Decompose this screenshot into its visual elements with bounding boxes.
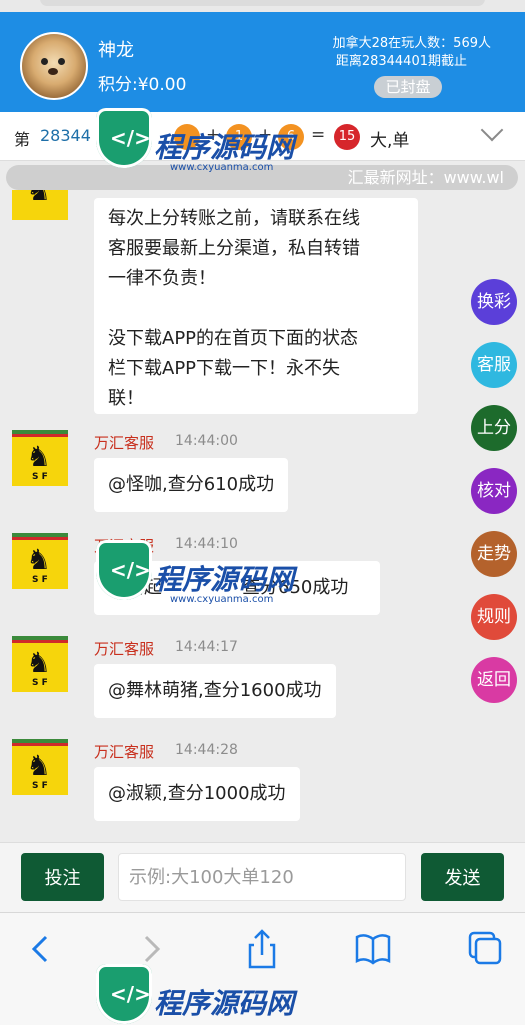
bubble-line: 没下载APP的在首页下面的状态: [108, 328, 359, 349]
bookmarks-icon[interactable]: [343, 927, 403, 971]
horse-icon: ♞: [26, 543, 52, 576]
chat-bubble: 每次上分转账之前，请联系在线 客服要最新上分渠道，私自转错 一律不负责！ 没下载…: [94, 198, 418, 414]
deposit-button[interactable]: 上分: [471, 405, 517, 451]
trend-button[interactable]: 走势: [471, 531, 517, 577]
avatar-sf: S F: [32, 678, 48, 688]
watermark-title: 程序源码网: [154, 987, 295, 1020]
result-text: 大,单: [370, 131, 410, 151]
sender-name: 万汇客服: [94, 434, 155, 452]
code-icon: </>: [110, 126, 151, 150]
top-pill: [40, 0, 485, 6]
message-time: 14:44:00: [175, 433, 238, 449]
avatar-eye: [41, 58, 48, 65]
verify-button[interactable]: 核对: [471, 468, 517, 514]
watermark-logo: </> 程序源码网: [96, 964, 326, 1024]
rules-button[interactable]: 规则: [471, 594, 517, 640]
bubble-line: 栏下载APP下载一下！永不失: [108, 358, 341, 379]
avatar-stripe: [12, 537, 68, 540]
watermark-title: 程序源码网: [154, 131, 295, 164]
bubble-line: 每次上分转账之前，请联系在线: [108, 208, 360, 229]
bubble-line: @淑颖,查分1000成功: [108, 783, 286, 804]
back-button[interactable]: 返回: [471, 657, 517, 703]
chat-area[interactable]: ♞ 每次上分转账之前，请联系在线 客服要最新上分渠道，私自转错 一律不负责！ 没…: [0, 190, 525, 842]
username: 神龙: [98, 40, 134, 61]
result-sum-ball: 15: [334, 124, 360, 150]
chat-bubble: @淑颖,查分1000成功: [94, 767, 300, 821]
bubble-line: [108, 294, 404, 324]
notice-text: 汇最新网址：www.wl: [347, 168, 504, 187]
chat-bubble: @舞林萌猪,查分1600成功: [94, 664, 336, 718]
back-arrow-icon[interactable]: [10, 927, 70, 971]
user-header: 神龙 积分:¥0.00 加拿大28在玩人数：569人 距离28344401期截止…: [0, 12, 525, 112]
horse-icon: ♞: [26, 646, 52, 679]
issue-prefix: 第: [14, 130, 31, 149]
watermark-shield-icon: </>: [96, 540, 152, 600]
bubble-line: 客服要最新上分渠道，私自转错: [108, 238, 360, 259]
send-button[interactable]: 发送: [421, 853, 504, 901]
message-time: 14:44:17: [175, 639, 238, 655]
watermark-url: www.cxyuanma.com: [170, 162, 274, 173]
sender-name: 万汇客服: [94, 640, 155, 658]
avatar-sf: S F: [32, 781, 48, 791]
watermark-shield-icon: </>: [96, 964, 152, 1024]
bet-input[interactable]: 示例:大100大单120: [118, 853, 406, 901]
watermark-logo: </> 程序源码网 www.cxyuanma.com: [96, 540, 326, 630]
status-badge: 已封盘: [374, 76, 442, 98]
input-bar: 投注 示例:大100大单120 发送: [0, 842, 525, 913]
top-strip: [0, 0, 525, 12]
horse-icon: ♞: [26, 190, 52, 207]
watermark-title: 程序源码网: [154, 563, 295, 596]
watermark-url: www.cxyuanma.com: [170, 594, 274, 605]
code-icon: </>: [110, 982, 151, 1006]
change-lottery-button[interactable]: 换彩: [471, 279, 517, 325]
ferrari-avatar: ♞: [12, 190, 68, 220]
watermark-shield-icon: </>: [96, 108, 152, 168]
ferrari-avatar: ♞ S F: [12, 533, 68, 589]
watermark-logo: </> 程序源码网 www.cxyuanma.com: [96, 108, 326, 198]
sender-name: 万汇客服: [94, 743, 155, 761]
avatar-stripe: [12, 640, 68, 643]
game-players: 加拿大28在玩人数：569人: [332, 36, 491, 51]
tabs-icon[interactable]: [454, 927, 514, 971]
chat-bubble: @怪咖,查分610成功: [94, 458, 289, 512]
ferrari-avatar: ♞ S F: [12, 636, 68, 692]
avatar-sf: S F: [32, 472, 48, 482]
bubble-line: @舞林萌猪,查分1600成功: [108, 680, 322, 701]
bet-button[interactable]: 投注: [21, 853, 104, 901]
avatar-stripe: [12, 434, 68, 437]
code-icon: </>: [110, 558, 151, 582]
avatar-stripe: [12, 743, 68, 746]
game-deadline: 距离28344401期截止: [335, 54, 467, 69]
customer-service-button[interactable]: 客服: [471, 342, 517, 388]
score-label: 积分:¥0.00: [98, 75, 187, 95]
user-avatar[interactable]: [20, 32, 88, 100]
bubble-line: @怪咖,查分610成功: [108, 474, 275, 495]
ferrari-avatar: ♞ S F: [12, 430, 68, 486]
message-time: 14:44:28: [175, 742, 238, 758]
avatar-sf: S F: [32, 575, 48, 585]
horse-icon: ♞: [26, 440, 52, 473]
horse-icon: ♞: [26, 749, 52, 782]
avatar-eye: [58, 58, 65, 65]
avatar-nose: [48, 68, 58, 75]
issue-number: 28344: [40, 126, 91, 145]
bubble-line: 一律不负责！: [108, 268, 216, 289]
bubble-line: 联！: [108, 388, 144, 409]
ferrari-avatar: ♞ S F: [12, 739, 68, 795]
